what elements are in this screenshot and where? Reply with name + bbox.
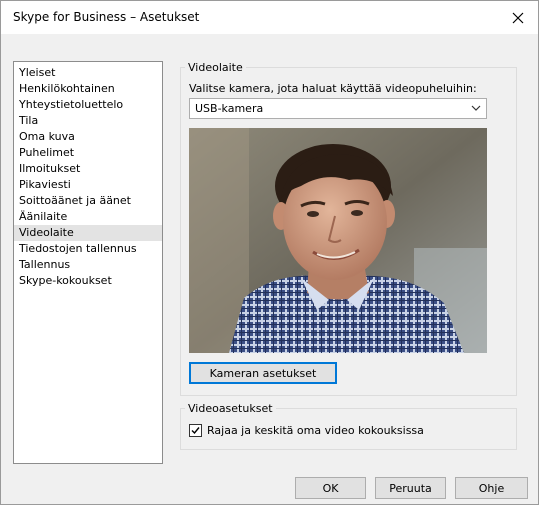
help-button[interactable]: Ohje [455,477,528,499]
nav-item-yhteystietoluettelo[interactable]: Yhteystietoluettelo [14,97,162,113]
checkmark-icon [191,427,200,435]
video-device-group-label: Videolaite [188,61,243,74]
nav-item-videolaite[interactable]: Videolaite [14,225,162,241]
crop-center-option[interactable]: Rajaa ja keskitä oma video kokouksissa [189,424,424,437]
nav-item-puhelimet[interactable]: Puhelimet [14,145,162,161]
title-bar: Skype for Business – Asetukset [1,1,538,34]
cancel-button[interactable]: Peruuta [375,477,446,499]
nav-item-henkilokohtainen[interactable]: Henkilökohtainen [14,81,162,97]
crop-center-checkbox[interactable] [189,424,202,437]
camera-preview [189,128,487,353]
video-settings-group-label: Videoasetukset [188,402,273,415]
ok-button[interactable]: OK [295,477,366,499]
camera-instruction: Valitse kamera, jota haluat käyttää vide… [189,82,477,95]
nav-item-tila[interactable]: Tila [14,113,162,129]
camera-settings-button[interactable]: Kameran asetukset [189,362,337,384]
camera-select-value: USB-kamera [195,102,264,115]
nav-item-soittoaanet[interactable]: Soittoäänet ja äänet [14,193,162,209]
nav-item-aanilaite[interactable]: Äänilaite [14,209,162,225]
chevron-down-icon [471,105,481,111]
nav-item-pikaviesti[interactable]: Pikaviesti [14,177,162,193]
close-icon [512,12,524,23]
close-button[interactable] [498,1,538,34]
settings-dialog: Skype for Business – Asetukset Yleiset H… [0,0,539,505]
settings-category-list[interactable]: Yleiset Henkilökohtainen Yhteystietoluet… [13,61,163,464]
nav-item-oma-kuva[interactable]: Oma kuva [14,129,162,145]
nav-item-yleiset[interactable]: Yleiset [14,65,162,81]
crop-center-label: Rajaa ja keskitä oma video kokouksissa [207,424,424,437]
camera-select[interactable]: USB-kamera [189,98,487,119]
window-title: Skype for Business – Asetukset [13,10,200,24]
nav-item-ilmoitukset[interactable]: Ilmoitukset [14,161,162,177]
nav-item-skype-kokoukset[interactable]: Skype-kokoukset [14,273,162,289]
nav-item-tiedostojen-tallennus[interactable]: Tiedostojen tallennus [14,241,162,257]
nav-item-tallennus[interactable]: Tallennus [14,257,162,273]
camera-preview-image [189,128,487,353]
